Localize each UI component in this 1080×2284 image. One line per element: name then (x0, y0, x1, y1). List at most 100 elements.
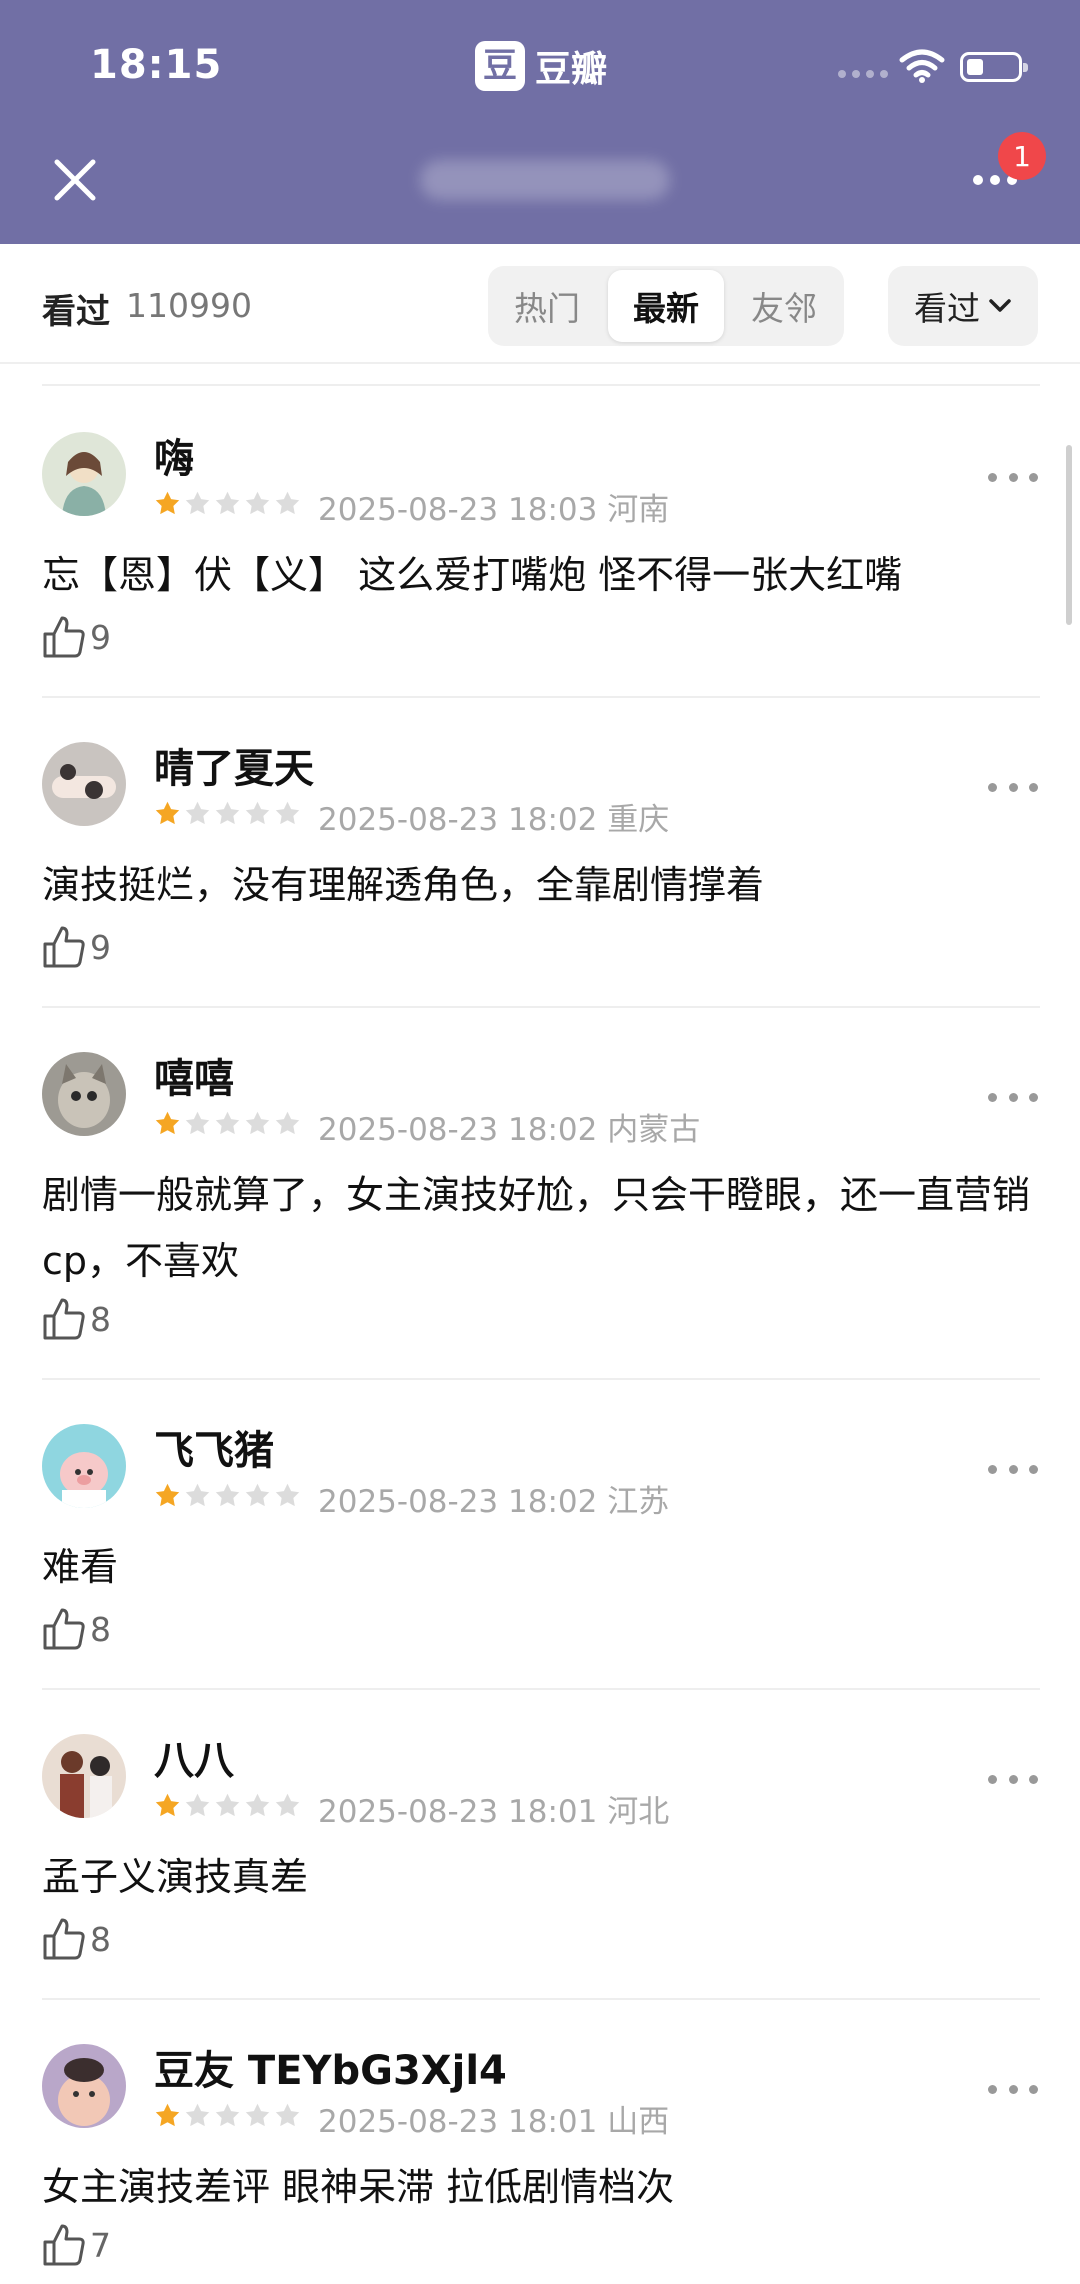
thumbs-up-icon (43, 2224, 85, 2266)
star-empty-icon (185, 491, 210, 515)
like-button[interactable]: 8 (42, 1606, 111, 1652)
douban-logo-icon: 豆 (475, 41, 525, 91)
thumbs-up-icon (43, 1608, 85, 1650)
star-empty-icon (275, 1483, 300, 1507)
like-count: 9 (90, 927, 111, 967)
wifi-icon (899, 49, 945, 83)
star-filled-icon (155, 801, 180, 825)
app-header: 18:15 豆 豆瓣 1 (0, 0, 1080, 244)
username[interactable]: 嗨 (154, 426, 194, 484)
comment-meta: 2025-08-23 18:01 河北 (318, 1786, 669, 1831)
close-icon (54, 159, 96, 201)
star-empty-icon (245, 1483, 270, 1507)
comment-more-button[interactable] (988, 1454, 1038, 1484)
like-count: 7 (90, 2225, 111, 2265)
comment-time: 2025-08-23 18:01 (318, 1794, 598, 1830)
tab-hot[interactable]: 热门 (492, 270, 602, 342)
comment-more-button[interactable] (988, 2074, 1038, 2104)
comment-meta: 2025-08-23 18:01 山西 (318, 2096, 669, 2141)
star-empty-icon (215, 801, 240, 825)
tab-friends[interactable]: 友邻 (728, 270, 840, 342)
comment-location: 河北 (607, 1794, 670, 1830)
comment-text: 剧情一般就算了，女主演技好尬，只会干瞪眼，还一直营销cp，不喜欢 (42, 1173, 1031, 1283)
sort-segment: 热门 最新 友邻 (488, 266, 844, 346)
comment-more-button[interactable] (988, 772, 1038, 802)
avatar[interactable] (42, 2044, 126, 2128)
like-button[interactable]: 8 (42, 1296, 111, 1342)
comment-time: 2025-08-23 18:02 (318, 1112, 598, 1148)
star-empty-icon (245, 491, 270, 515)
watched-label: 看过 (42, 292, 110, 332)
star-empty-icon (275, 491, 300, 515)
comment-time: 2025-08-23 18:02 (318, 802, 598, 838)
star-filled-icon (155, 491, 180, 515)
username[interactable]: 八八 (154, 1728, 234, 1786)
watched-filter-dropdown[interactable]: 看过 (888, 266, 1038, 346)
divider (42, 1688, 1040, 1690)
rating-stars (154, 800, 301, 827)
comment-meta: 2025-08-23 18:03 河南 (318, 484, 669, 529)
like-button[interactable]: 7 (42, 2222, 111, 2268)
like-button[interactable]: 8 (42, 1916, 111, 1962)
status-time: 18:15 (90, 42, 223, 88)
star-filled-icon (155, 1111, 180, 1135)
close-button[interactable] (45, 150, 105, 210)
avatar[interactable] (42, 1052, 126, 1136)
like-button[interactable]: 9 (42, 614, 111, 660)
comment-text: 难看 (42, 1545, 119, 1589)
username[interactable]: 晴了夏天 (154, 736, 314, 794)
filter-bar: 看过 110990 热门 最新 友邻 看过 (0, 244, 1080, 364)
avatar[interactable] (42, 1734, 126, 1818)
star-filled-icon (155, 2103, 180, 2127)
star-empty-icon (185, 1483, 210, 1507)
star-empty-icon (275, 1111, 300, 1135)
comment-meta: 2025-08-23 18:02 重庆 (318, 794, 669, 839)
comment-time: 2025-08-23 18:01 (318, 2104, 598, 2140)
star-empty-icon (215, 491, 240, 515)
rating-stars (154, 490, 301, 517)
like-button[interactable]: 9 (42, 924, 111, 970)
like-count: 8 (90, 1299, 111, 1339)
comment-more-button[interactable] (988, 1082, 1038, 1112)
username[interactable]: 嘻嘻 (154, 1046, 234, 1104)
avatar[interactable] (42, 432, 126, 516)
app-name: 豆瓣 (535, 49, 608, 90)
rating-stars (154, 1792, 301, 1819)
thumbs-up-icon (43, 926, 85, 968)
divider (42, 1378, 1040, 1380)
divider (42, 1998, 1040, 2000)
avatar[interactable] (42, 742, 126, 826)
comment-text: 孟子义演技真差 (42, 1855, 309, 1899)
scrollbar[interactable] (1066, 445, 1072, 625)
divider (42, 1006, 1040, 1008)
username[interactable]: 飞飞猪 (154, 1418, 274, 1476)
comment-meta: 2025-08-23 18:02 内蒙古 (318, 1104, 700, 1149)
star-empty-icon (275, 801, 300, 825)
rating-stars (154, 2102, 301, 2129)
star-empty-icon (215, 1483, 240, 1507)
star-empty-icon (275, 2103, 300, 2127)
star-empty-icon (185, 1111, 210, 1135)
comment-location: 江苏 (607, 1484, 670, 1520)
cellular-signal-icon (838, 70, 888, 78)
dropdown-label: 看过 (914, 289, 980, 328)
username[interactable]: 豆友 TEYbG3Xjl4 (154, 2038, 507, 2096)
battery-icon (960, 52, 1028, 82)
like-count: 8 (90, 1609, 111, 1649)
tab-latest[interactable]: 最新 (608, 270, 724, 342)
comment-more-button[interactable] (988, 462, 1038, 492)
star-filled-icon (155, 1793, 180, 1817)
comment-more-button[interactable] (988, 1764, 1038, 1794)
rating-stars (154, 1482, 301, 1509)
avatar[interactable] (42, 1424, 126, 1508)
watched-count: 110990 (126, 286, 252, 325)
star-empty-icon (245, 1793, 270, 1817)
star-empty-icon (185, 801, 210, 825)
app-brand: 豆 豆瓣 (475, 40, 607, 92)
star-empty-icon (215, 1793, 240, 1817)
comment-meta: 2025-08-23 18:02 江苏 (318, 1476, 669, 1521)
star-empty-icon (215, 2103, 240, 2127)
star-empty-icon (215, 1111, 240, 1135)
star-empty-icon (275, 1793, 300, 1817)
thumbs-up-icon (43, 1918, 85, 1960)
